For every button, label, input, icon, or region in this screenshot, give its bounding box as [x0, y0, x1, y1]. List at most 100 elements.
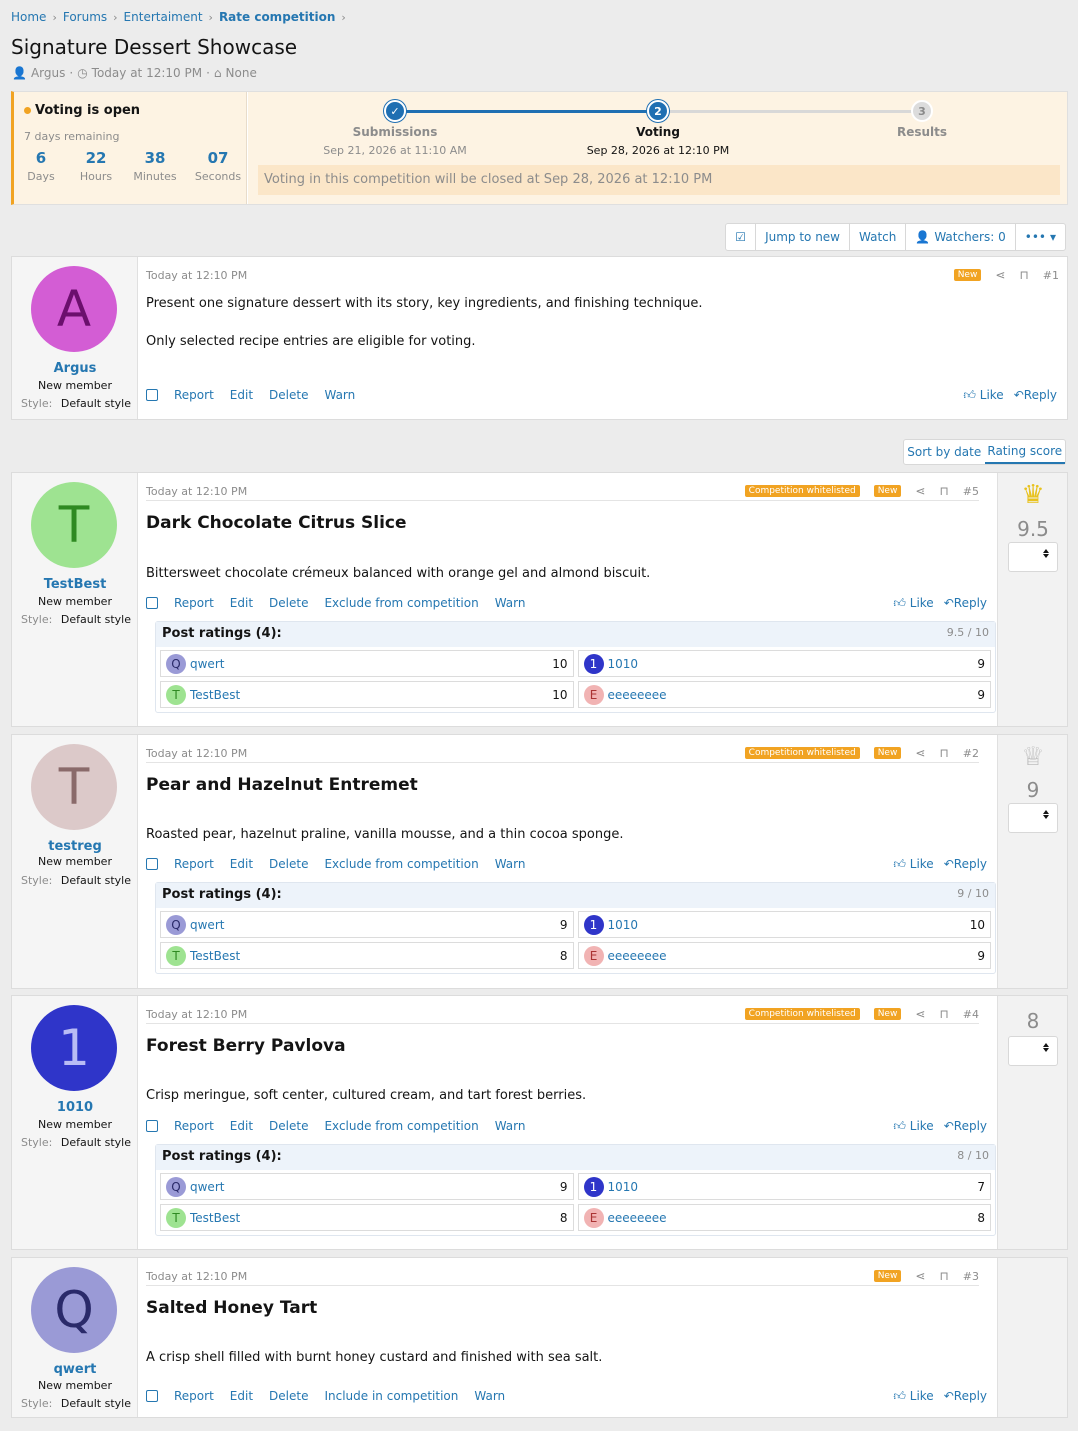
- watch-button[interactable]: Watch: [850, 224, 907, 250]
- reply-button[interactable]: ↶Reply: [944, 596, 987, 611]
- edit-link[interactable]: Edit: [230, 596, 253, 610]
- like-button[interactable]: 👍︎ Like: [963, 388, 1003, 403]
- delete-link[interactable]: Delete: [269, 596, 308, 610]
- warn-link[interactable]: Warn: [324, 388, 355, 402]
- like-button[interactable]: 👍︎ Like: [893, 1389, 933, 1404]
- report-link[interactable]: Report: [174, 1119, 214, 1133]
- post-date[interactable]: Today at 12:10 PM: [146, 269, 940, 282]
- breadcrumb-entertaiment[interactable]: Entertaiment: [124, 10, 203, 24]
- rater-name[interactable]: TestBest: [190, 688, 548, 702]
- rater-name[interactable]: eeeeeeee: [608, 949, 974, 963]
- select-toggle-button[interactable]: ☑: [726, 224, 757, 250]
- avatar[interactable]: Q: [166, 914, 186, 935]
- rating-select[interactable]: [1008, 803, 1058, 833]
- edit-link[interactable]: Edit: [230, 1389, 253, 1403]
- delete-link[interactable]: Delete: [269, 857, 308, 871]
- edit-link[interactable]: Edit: [230, 388, 253, 402]
- reply-button[interactable]: ↶Reply: [944, 1119, 987, 1134]
- share-icon[interactable]: ⋖: [915, 1269, 925, 1283]
- select-checkbox[interactable]: [146, 1390, 158, 1402]
- warn-link[interactable]: Warn: [495, 1119, 526, 1133]
- avatar[interactable]: T: [166, 945, 186, 966]
- rater-name[interactable]: qwert: [190, 1180, 556, 1194]
- select-checkbox[interactable]: [146, 1120, 158, 1132]
- rater-name[interactable]: eeeeeeee: [608, 688, 974, 702]
- reply-button[interactable]: ↶Reply: [944, 1389, 987, 1404]
- like-button[interactable]: 👍︎ Like: [893, 857, 933, 872]
- username[interactable]: Argus: [12, 361, 138, 376]
- username[interactable]: qwert: [12, 1362, 138, 1377]
- report-link[interactable]: Report: [174, 1389, 214, 1403]
- avatar[interactable]: Q: [166, 653, 186, 674]
- rater-name[interactable]: TestBest: [190, 1211, 556, 1225]
- rating-select[interactable]: [1008, 542, 1058, 572]
- avatar[interactable]: 1: [583, 653, 604, 674]
- post-date[interactable]: Today at 12:10 PM: [146, 1008, 731, 1021]
- warn-link[interactable]: Warn: [495, 596, 526, 610]
- report-link[interactable]: Report: [174, 388, 214, 402]
- reply-button[interactable]: ↶Reply: [944, 857, 987, 872]
- avatar[interactable]: T: [31, 744, 117, 830]
- avatar[interactable]: 1: [583, 1176, 604, 1197]
- delete-link[interactable]: Delete: [269, 388, 308, 402]
- select-checkbox[interactable]: [146, 389, 158, 401]
- bookmark-icon[interactable]: ⊓: [1019, 268, 1028, 282]
- exclude-link[interactable]: Exclude from competition: [324, 857, 478, 871]
- rater-name[interactable]: qwert: [190, 918, 556, 932]
- select-checkbox[interactable]: [146, 858, 158, 870]
- post-number[interactable]: #4: [963, 1008, 979, 1021]
- delete-link[interactable]: Delete: [269, 1389, 308, 1403]
- rater-name[interactable]: 1010: [608, 657, 974, 671]
- share-icon[interactable]: ⋖: [915, 484, 925, 498]
- bookmark-icon[interactable]: ⊓: [939, 1269, 948, 1283]
- post-date[interactable]: Today at 12:10 PM: [146, 485, 731, 498]
- avatar[interactable]: T: [166, 1207, 186, 1228]
- edit-link[interactable]: Edit: [230, 857, 253, 871]
- username[interactable]: testreg: [12, 839, 138, 854]
- sort-by-rating-tab[interactable]: Rating score: [984, 440, 1065, 464]
- rater-name[interactable]: eeeeeeee: [608, 1211, 974, 1225]
- like-button[interactable]: 👍︎ Like: [893, 596, 933, 611]
- avatar[interactable]: 1: [583, 914, 604, 935]
- exclude-link[interactable]: Exclude from competition: [324, 1119, 478, 1133]
- select-checkbox[interactable]: [146, 597, 158, 609]
- share-icon[interactable]: ⋖: [915, 746, 925, 760]
- bookmark-icon[interactable]: ⊓: [939, 746, 948, 760]
- exclude-link[interactable]: Exclude from competition: [324, 596, 478, 610]
- breadcrumb-forums[interactable]: Forums: [63, 10, 107, 24]
- breadcrumb-home[interactable]: Home: [11, 10, 46, 24]
- post-number[interactable]: #2: [963, 747, 979, 760]
- edit-link[interactable]: Edit: [230, 1119, 253, 1133]
- report-link[interactable]: Report: [174, 857, 214, 871]
- avatar[interactable]: Q: [31, 1267, 117, 1353]
- warn-link[interactable]: Warn: [474, 1389, 505, 1403]
- include-link[interactable]: Include in competition: [324, 1389, 458, 1403]
- avatar[interactable]: Q: [166, 1176, 186, 1197]
- rater-name[interactable]: TestBest: [190, 949, 556, 963]
- avatar[interactable]: T: [166, 684, 186, 705]
- rater-name[interactable]: 1010: [608, 918, 966, 932]
- like-button[interactable]: 👍︎ Like: [893, 1119, 933, 1134]
- watchers-button[interactable]: 👤 Watchers: 0: [906, 224, 1016, 250]
- avatar[interactable]: T: [31, 482, 117, 568]
- rater-name[interactable]: qwert: [190, 657, 548, 671]
- jump-to-new-button[interactable]: Jump to new: [756, 224, 850, 250]
- post-date[interactable]: Today at 12:10 PM: [146, 1270, 860, 1283]
- username[interactable]: 1010: [12, 1100, 138, 1115]
- rating-select[interactable]: [1008, 1036, 1058, 1066]
- thread-author[interactable]: Argus: [31, 66, 65, 80]
- report-link[interactable]: Report: [174, 596, 214, 610]
- post-number[interactable]: #3: [963, 1270, 979, 1283]
- warn-link[interactable]: Warn: [495, 857, 526, 871]
- share-icon[interactable]: ⋖: [915, 1007, 925, 1021]
- share-icon[interactable]: ⋖: [995, 268, 1005, 282]
- rater-name[interactable]: 1010: [608, 1180, 974, 1194]
- delete-link[interactable]: Delete: [269, 1119, 308, 1133]
- sort-by-date-tab[interactable]: Sort by date: [904, 440, 985, 464]
- post-number[interactable]: #1: [1043, 269, 1059, 282]
- breadcrumb-rate-competition[interactable]: Rate competition: [219, 10, 335, 24]
- reply-button[interactable]: ↶Reply: [1014, 388, 1057, 403]
- bookmark-icon[interactable]: ⊓: [939, 484, 948, 498]
- bookmark-icon[interactable]: ⊓: [939, 1007, 948, 1021]
- post-date[interactable]: Today at 12:10 PM: [146, 747, 731, 760]
